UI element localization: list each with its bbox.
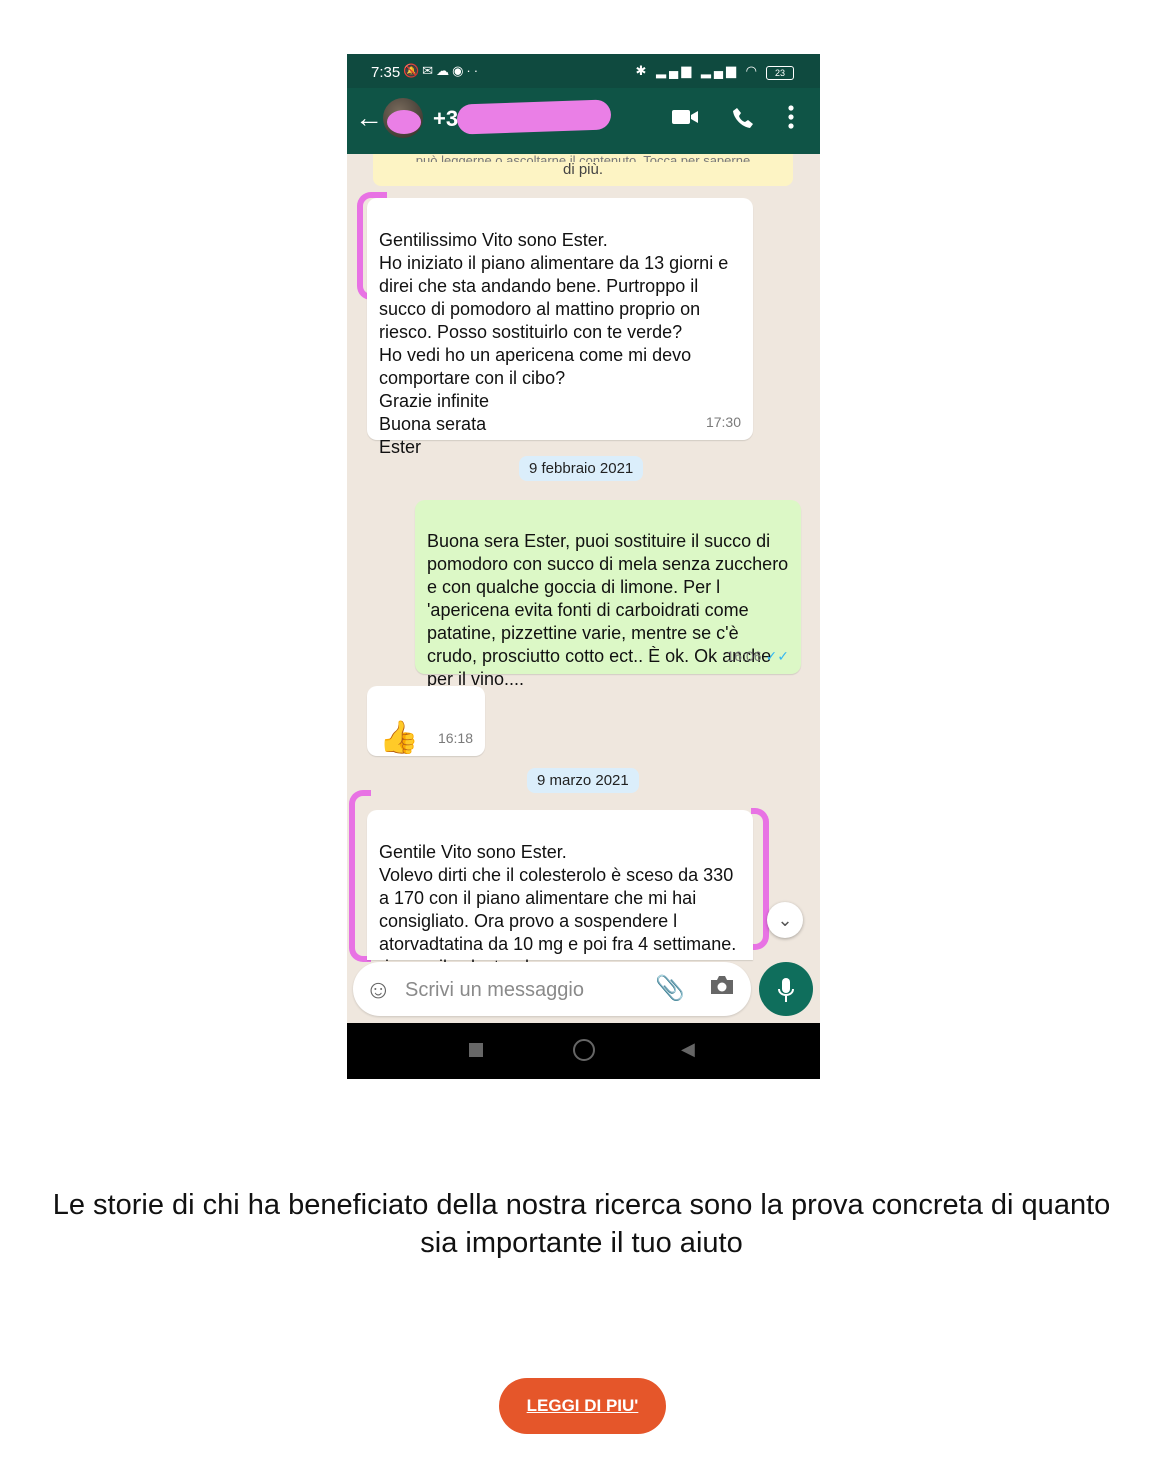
read-more-button[interactable]: LEGGI DI PIU' [499, 1378, 666, 1434]
message-time: 16:18 [437, 730, 473, 746]
battery-icon: 23 [766, 66, 794, 80]
chat-header: ← +39 [347, 88, 820, 154]
page-caption: Le storie di chi ha beneficiato della no… [52, 1189, 1111, 1259]
date-separator: 9 marzo 2021 [527, 768, 639, 793]
date-separator: 9 febbraio 2021 [519, 456, 644, 481]
notification-icons: 🔕✉☁◉·· [403, 63, 482, 78]
back-icon[interactable]: ◀ [681, 1039, 695, 1060]
thumbs-up-emoji: 👍 [379, 719, 419, 755]
message-bubble-incoming[interactable]: Gentile Vito sono Ester. Volevo dirti ch… [367, 810, 753, 977]
back-arrow-icon[interactable]: ← [355, 102, 383, 134]
message-text: Gentilissimo Vito sono Ester. Ho iniziat… [379, 230, 729, 457]
chat-area[interactable]: può leggerne o ascoltarne il contenuto. … [347, 154, 820, 977]
redaction-blot [387, 110, 421, 134]
message-time: 17:30 [705, 414, 741, 430]
mic-button[interactable] [759, 962, 813, 1016]
message-time: 16:06 [726, 648, 762, 664]
emoji-icon[interactable]: ☺ [365, 974, 392, 1005]
connectivity-icons: ✱ ▂▄▆ ▂▄▆ ◠ [635, 63, 760, 78]
chevron-double-down-icon: ⌄ [777, 910, 793, 930]
message-bubble-incoming[interactable]: 👍 16:18 [367, 686, 485, 756]
encryption-notice[interactable]: può leggerne o ascoltarne il contenuto. … [373, 154, 793, 186]
android-nav-bar: ◀ [347, 1023, 820, 1079]
phone-screenshot: 7:35 🔕✉☁◉·· ✱ ▂▄▆ ▂▄▆ ◠ 23 ← +39 può leg… [347, 54, 820, 1079]
redaction-blot [456, 99, 612, 135]
mic-icon [778, 977, 794, 1002]
message-text: Gentile Vito sono Ester. Volevo dirti ch… [379, 842, 737, 977]
recents-icon[interactable] [469, 1043, 483, 1057]
home-icon[interactable] [573, 1039, 595, 1061]
status-time: 7:35 [371, 64, 401, 81]
video-call-icon[interactable] [671, 106, 699, 134]
message-bubble-outgoing[interactable]: Buona sera Ester, puoi sostituire il suc… [415, 500, 801, 689]
status-bar: 7:35 🔕✉☁◉·· ✱ ▂▄▆ ▂▄▆ ◠ 23 [347, 54, 820, 88]
voice-call-icon[interactable] [731, 106, 755, 136]
overflow-menu-icon[interactable] [787, 104, 795, 130]
read-ticks-icon: ✓✓ [765, 648, 789, 664]
camera-icon[interactable] [709, 974, 735, 1003]
attach-icon[interactable]: 📎 [655, 974, 685, 1003]
message-input[interactable] [403, 976, 647, 1004]
highlight-mark [751, 808, 769, 950]
notice-text: di più. [562, 161, 604, 178]
message-bubble-incoming[interactable]: Gentilissimo Vito sono Ester. Ho iniziat… [367, 198, 753, 457]
scroll-down-button[interactable]: ⌄ [767, 902, 803, 938]
message-composer[interactable]: ☺ 📎 [353, 962, 751, 1016]
